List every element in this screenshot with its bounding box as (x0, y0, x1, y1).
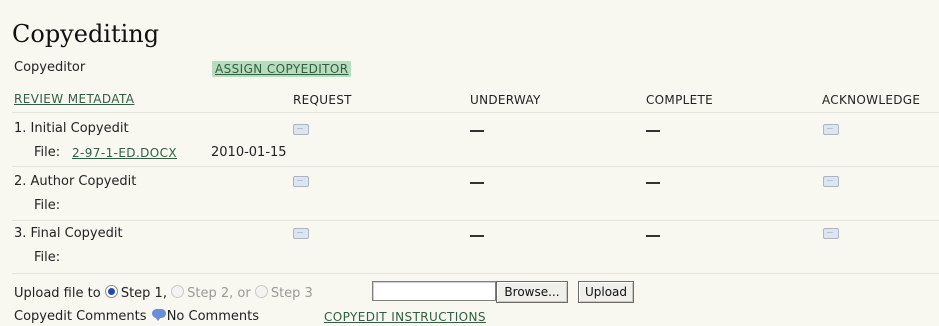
divider (12, 273, 939, 274)
copyeditor-label: Copyeditor (14, 60, 86, 75)
acknowledge-email-icon[interactable] (823, 228, 839, 239)
step1-label: Step 1, (120, 286, 167, 301)
divider (12, 112, 939, 113)
copyediting-title: Copyediting (12, 20, 160, 48)
step1-radio[interactable] (104, 285, 118, 298)
underway-dash (470, 130, 484, 132)
divider (12, 220, 939, 221)
request-email-icon[interactable] (293, 228, 309, 239)
file-date: 2010-01-15 (211, 145, 287, 160)
assign-copyeditor-button[interactable]: ASSIGN COPYEDITOR (212, 61, 352, 77)
step2-radio[interactable] (171, 285, 185, 298)
file-label: File: (34, 145, 61, 160)
comments-row: Copyedit Comments No Comments (14, 309, 259, 324)
file-label: File: (34, 198, 61, 213)
complete-dash (646, 235, 660, 237)
file-input[interactable] (372, 281, 496, 301)
step3-label: Step 3 (270, 286, 313, 301)
comments-status: No Comments (166, 309, 259, 324)
file-label: File: (34, 250, 61, 265)
browse-button[interactable]: Browse... (496, 281, 568, 303)
acknowledge-email-icon[interactable] (823, 176, 839, 187)
complete-dash (646, 182, 660, 184)
underway-dash (470, 182, 484, 184)
step-author-copyedit: 2. Author Copyedit (14, 174, 137, 189)
request-email-icon[interactable] (293, 124, 309, 135)
copyedit-instructions-link[interactable]: COPYEDIT INSTRUCTIONS (324, 310, 486, 324)
header-acknowledge: ACKNOWLEDGE (822, 93, 921, 107)
acknowledge-email-icon[interactable] (823, 124, 839, 135)
upload-row: Upload file to Step 1, Step 2, or Step 3 (14, 285, 313, 301)
review-metadata-link[interactable]: REVIEW METADATA (14, 92, 134, 106)
copyedit-comments-label: Copyedit Comments (14, 309, 147, 324)
comment-bubble-icon[interactable] (151, 309, 166, 321)
header-request: REQUEST (293, 93, 352, 107)
header-complete: COMPLETE (646, 93, 713, 107)
upload-button[interactable]: Upload (578, 281, 634, 303)
complete-dash (646, 130, 660, 132)
divider (12, 166, 939, 167)
step-initial-copyedit: 1. Initial Copyedit (14, 121, 129, 136)
header-underway: UNDERWAY (470, 93, 541, 107)
upload-prefix: Upload file to (14, 286, 101, 301)
underway-dash (470, 235, 484, 237)
request-email-icon[interactable] (293, 176, 309, 187)
step-final-copyedit: 3. Final Copyedit (14, 226, 123, 241)
step2-label: Step 2, or (187, 286, 251, 301)
step3-radio[interactable] (254, 285, 268, 298)
file-link[interactable]: 2-97-1-ED.DOCX (72, 146, 177, 160)
